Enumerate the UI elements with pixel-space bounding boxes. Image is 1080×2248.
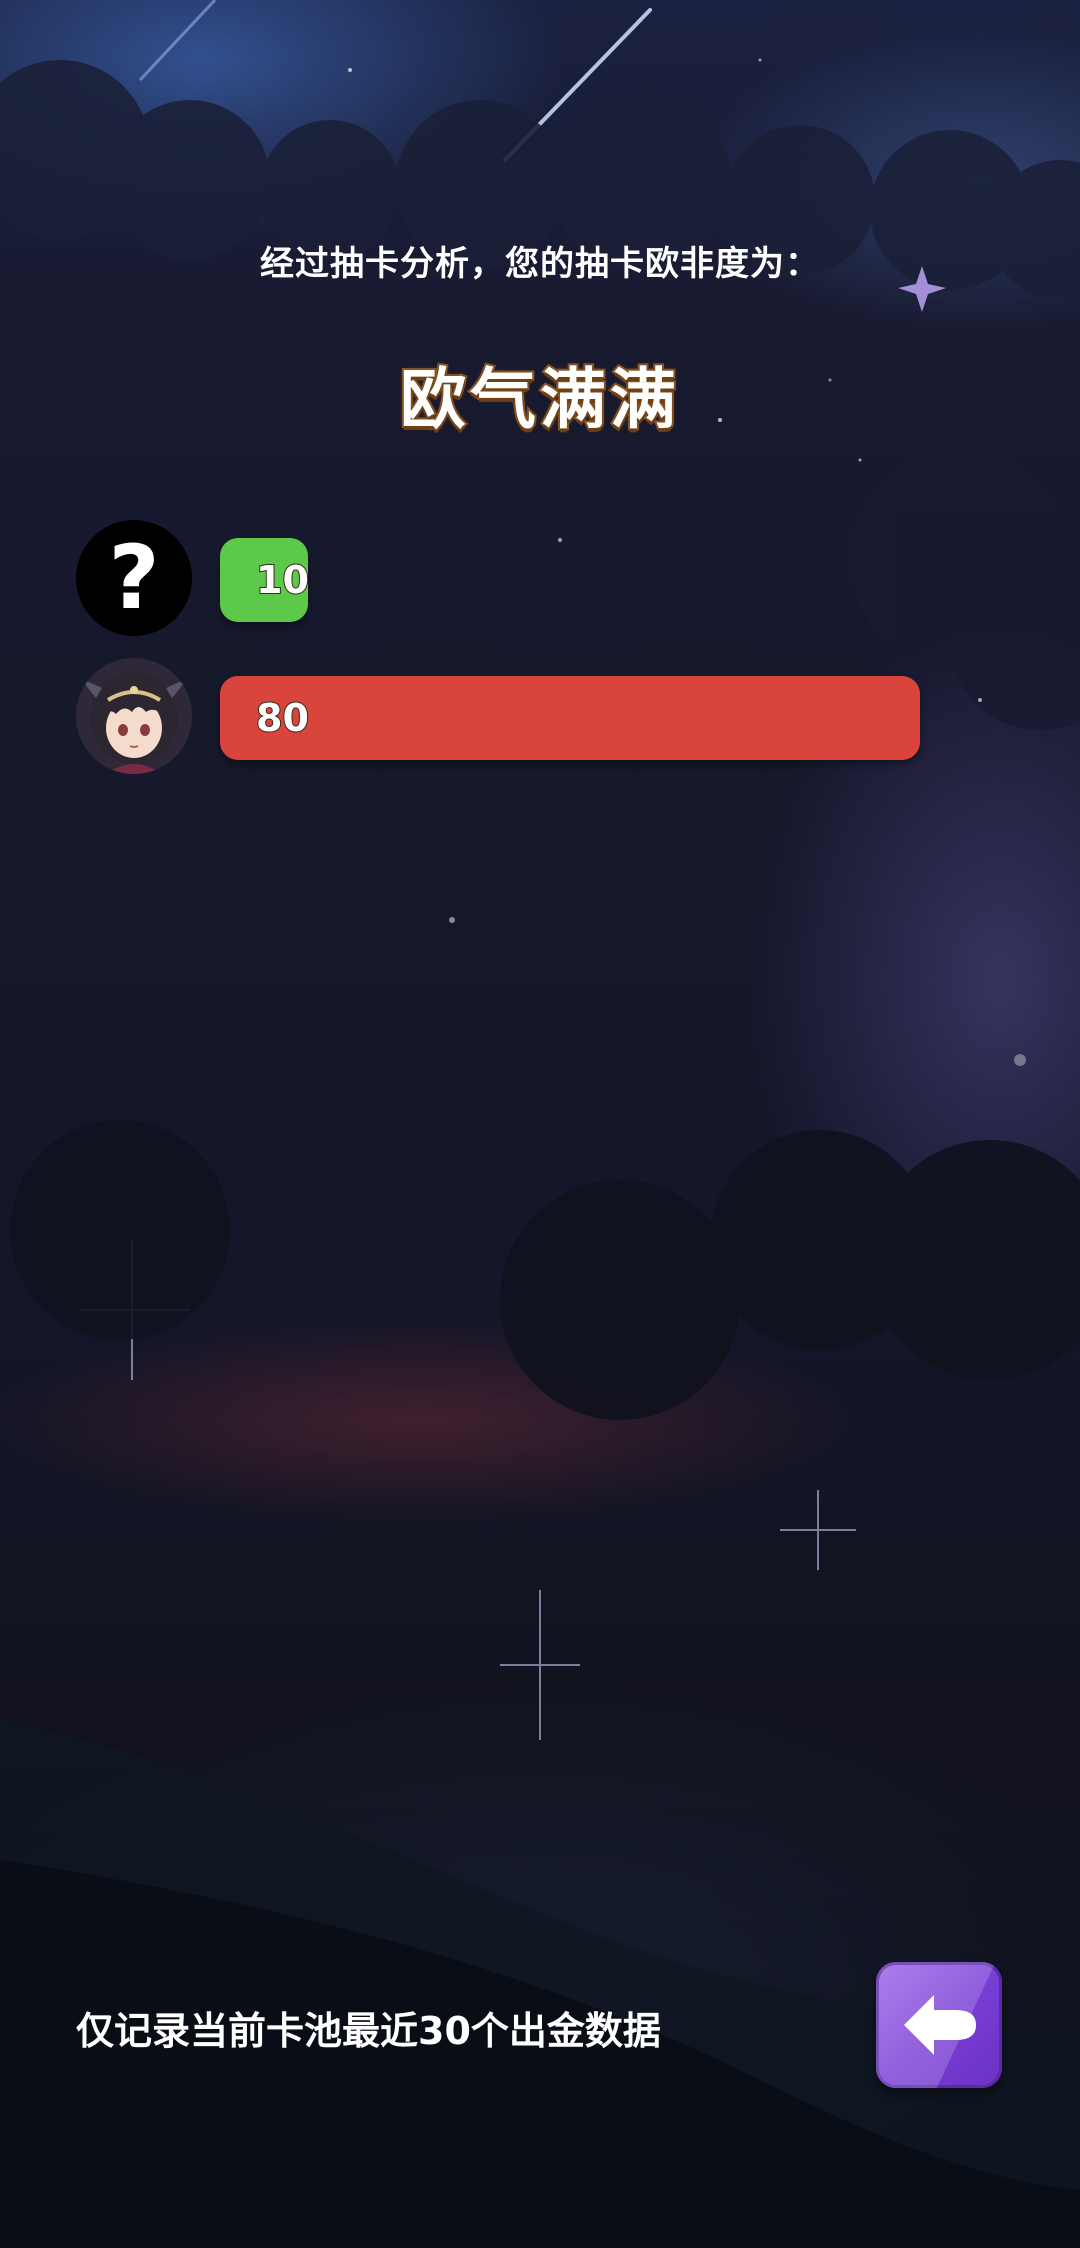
pull-count-value: 10 (255, 557, 310, 603)
analysis-intro-text: 经过抽卡分析，您的抽卡欧非度为： (260, 244, 820, 284)
gacha-analysis-screen: 经过抽卡分析，您的抽卡欧非度为： 欧气满满 ? 10 80 仅记录当前卡池最近3… (0, 0, 1080, 2248)
pull-count-value: 80 (255, 695, 310, 741)
record-limit-note: 仅记录当前卡池最近30个出金数据 (76, 2009, 661, 2053)
pull-record-row: 80 (76, 658, 976, 776)
back-button[interactable] (876, 1962, 1002, 2088)
pull-count-bar: 80 (220, 676, 920, 760)
starry-night-background (0, 0, 1080, 2248)
luck-verdict-title: 欧气满满 (398, 359, 680, 440)
character-avatar (76, 658, 192, 774)
question-mark-icon: ? (76, 520, 192, 636)
pull-record-row: ? 10 (76, 520, 976, 638)
pull-count-bar: 10 (220, 538, 310, 622)
question-mark-glyph: ? (108, 526, 160, 629)
back-arrow-icon (904, 1995, 976, 2055)
